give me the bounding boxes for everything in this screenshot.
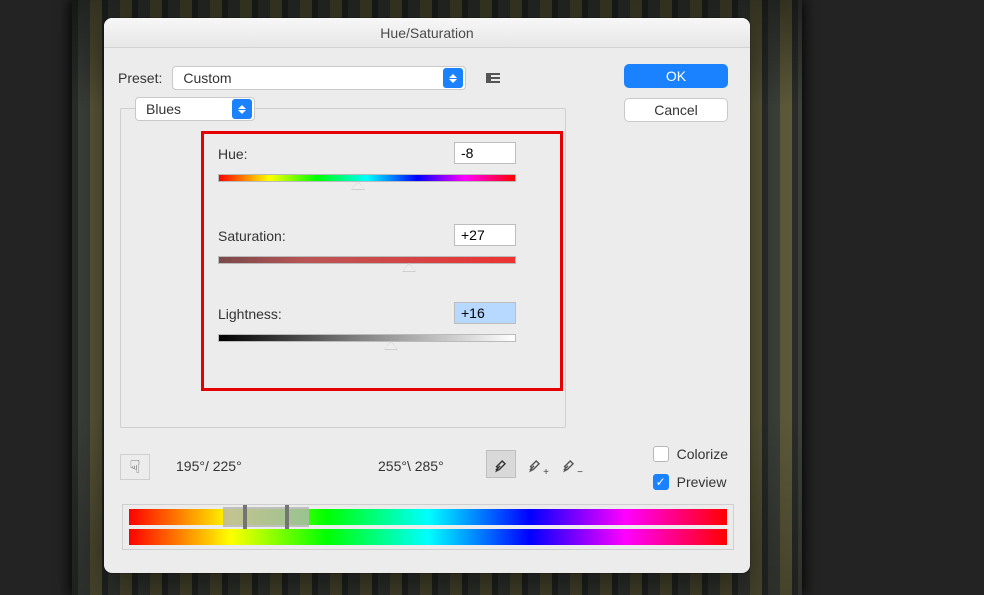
eyedropper-add-icon[interactable]: + <box>520 450 550 478</box>
saturation-slider[interactable] <box>218 256 516 270</box>
range-readout-inner: 195°/ 225° <box>176 458 242 474</box>
hue-slider[interactable] <box>218 174 516 188</box>
checkbox-group: Colorize Preview <box>653 446 728 490</box>
ok-button[interactable]: OK <box>624 64 728 88</box>
spectrum-panel <box>122 504 734 550</box>
eyedropper-icon[interactable] <box>486 450 516 478</box>
spectrum-output <box>129 529 727 545</box>
lightness-track <box>218 334 516 342</box>
checkbox-icon <box>653 474 669 490</box>
hue-row: Hue: -8 <box>218 146 516 162</box>
hue-label: Hue: <box>218 146 248 162</box>
saturation-row: Saturation: +27 <box>218 228 516 244</box>
preview-label: Preview <box>677 474 727 490</box>
range-readout-outer: 255°\ 285° <box>378 458 444 474</box>
lightness-row: Lightness: +16 <box>218 306 516 322</box>
plus-icon: + <box>543 467 549 478</box>
eyedropper-subtract-icon[interactable]: − <box>554 450 584 478</box>
chevrons-icon <box>232 99 252 119</box>
colorize-label: Colorize <box>677 446 728 462</box>
preset-row: Preset: Custom <box>118 66 504 90</box>
color-range-value: Blues <box>146 101 181 117</box>
preset-select-value: Custom <box>183 70 231 86</box>
targeted-adjustment-icon[interactable]: ☟ <box>120 454 150 480</box>
spectrum-range-marker[interactable] <box>223 507 309 527</box>
preview-checkbox[interactable]: Preview <box>653 474 728 490</box>
dialog-title: Hue/Saturation <box>104 18 750 48</box>
hue-saturation-dialog: Hue/Saturation Preset: Custom OK Cancel … <box>104 18 750 573</box>
checkbox-icon <box>653 446 669 462</box>
preset-label: Preset: <box>118 70 162 86</box>
color-range-select[interactable]: Blues <box>135 97 255 121</box>
lightness-slider[interactable] <box>218 334 516 348</box>
dialog-body: Preset: Custom OK Cancel Blues Hue: -8 <box>104 48 750 573</box>
saturation-track <box>218 256 516 264</box>
preset-select[interactable]: Custom <box>172 66 466 90</box>
saturation-input[interactable]: +27 <box>454 224 516 246</box>
saturation-thumb[interactable] <box>402 259 416 271</box>
hue-thumb[interactable] <box>351 177 365 189</box>
lightness-thumb[interactable] <box>384 337 398 349</box>
preset-options-icon[interactable] <box>486 71 504 85</box>
spectrum-input[interactable] <box>129 509 727 525</box>
lightness-label: Lightness: <box>218 306 282 322</box>
colorize-checkbox[interactable]: Colorize <box>653 446 728 462</box>
hue-input[interactable]: -8 <box>454 142 516 164</box>
hue-track <box>218 174 516 182</box>
saturation-label: Saturation: <box>218 228 286 244</box>
chevrons-icon <box>443 68 463 88</box>
cancel-button[interactable]: Cancel <box>624 98 728 122</box>
eyedropper-group: + − <box>486 450 584 478</box>
minus-icon: − <box>577 467 583 478</box>
lightness-input[interactable]: +16 <box>454 302 516 324</box>
